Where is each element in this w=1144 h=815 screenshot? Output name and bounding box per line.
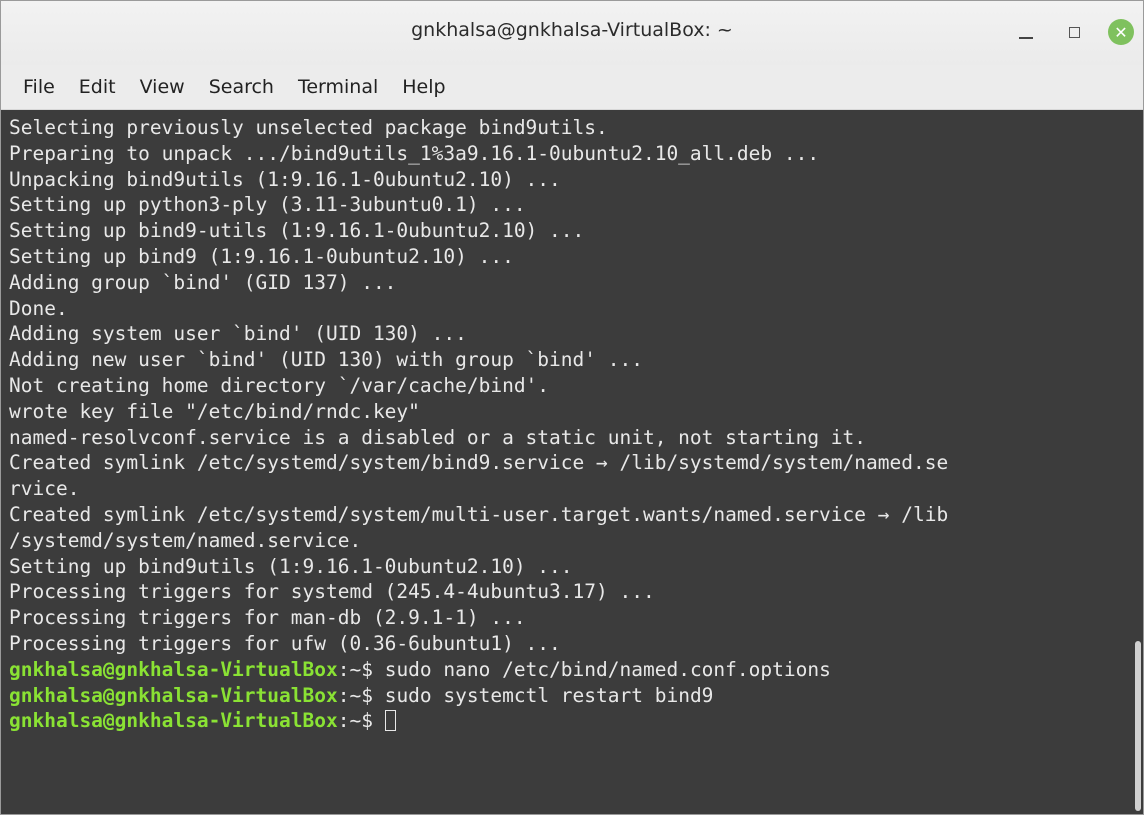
close-button[interactable]: ✕ bbox=[1106, 17, 1136, 47]
prompt-line: gnkhalsa@gnkhalsa-VirtualBox:~$ sudo sys… bbox=[9, 683, 1143, 709]
minimize-icon bbox=[1019, 37, 1033, 39]
output-line: Not creating home directory `/var/cache/… bbox=[9, 373, 550, 397]
output-line: Adding new user `bind' (UID 130) with gr… bbox=[9, 348, 643, 372]
minimize-button[interactable] bbox=[1011, 17, 1041, 47]
output-line: Created symlink /etc/systemd/system/bind… bbox=[9, 451, 949, 475]
output-line: Processing triggers for man-db (2.9.1-1)… bbox=[9, 606, 526, 630]
menu-edit[interactable]: Edit bbox=[67, 72, 128, 102]
output-line: Adding group `bind' (GID 137) ... bbox=[9, 270, 397, 294]
output-line: Selecting previously unselected package … bbox=[9, 116, 608, 139]
close-icon: ✕ bbox=[1108, 19, 1134, 45]
scrollbar[interactable] bbox=[1135, 641, 1141, 811]
prompt-line-active[interactable]: gnkhalsa@gnkhalsa-VirtualBox:~$ bbox=[9, 708, 1143, 734]
prompt-line: gnkhalsa@gnkhalsa-VirtualBox:~$ sudo nan… bbox=[9, 657, 1143, 683]
output-line: named-resolvconf.service is a disabled o… bbox=[9, 425, 867, 449]
prompt-path: :~$ bbox=[337, 709, 385, 733]
output-line: Setting up bind9 (1:9.16.1-0ubuntu2.10) … bbox=[9, 244, 514, 268]
cursor-block bbox=[384, 710, 396, 732]
output-line: Unpacking bind9utils (1:9.16.1-0ubuntu2.… bbox=[9, 167, 561, 191]
output-line: Preparing to unpack .../bind9utils_1%3a9… bbox=[9, 141, 820, 165]
terminal-output[interactable]: Selecting previously unselected package … bbox=[1, 110, 1143, 814]
output-line: Done. bbox=[9, 296, 68, 320]
menu-search[interactable]: Search bbox=[197, 72, 286, 102]
output-line: Processing triggers for ufw (0.36-6ubunt… bbox=[9, 631, 561, 655]
menu-help[interactable]: Help bbox=[390, 72, 457, 102]
output-line: /systemd/system/named.service. bbox=[9, 528, 362, 552]
prompt-path: :~$ bbox=[337, 683, 385, 707]
window-title: gnkhalsa@gnkhalsa-VirtualBox: ~ bbox=[411, 19, 733, 41]
output-line: Setting up python3-ply (3.11-3ubuntu0.1)… bbox=[9, 193, 526, 217]
maximize-icon bbox=[1068, 26, 1080, 38]
prompt-user: gnkhalsa@gnkhalsa-VirtualBox bbox=[9, 683, 338, 707]
prompt-user: gnkhalsa@gnkhalsa-VirtualBox bbox=[9, 709, 338, 733]
maximize-button[interactable] bbox=[1059, 17, 1089, 47]
output-line: wrote key file "/etc/bind/rndc.key" bbox=[9, 399, 420, 423]
output-line: Adding system user `bind' (UID 130) ... bbox=[9, 322, 467, 346]
menu-file[interactable]: File bbox=[11, 72, 67, 102]
output-line: Created symlink /etc/systemd/system/mult… bbox=[9, 502, 949, 526]
title-bar[interactable]: gnkhalsa@gnkhalsa-VirtualBox: ~ ✕ bbox=[1, 1, 1143, 65]
terminal-window: gnkhalsa@gnkhalsa-VirtualBox: ~ ✕ File E… bbox=[0, 0, 1144, 815]
command-text: sudo nano /etc/bind/named.conf.options bbox=[384, 657, 831, 681]
output-line: Setting up bind9utils (1:9.16.1-0ubuntu2… bbox=[9, 554, 573, 578]
menu-view[interactable]: View bbox=[128, 72, 197, 102]
output-line: Processing triggers for systemd (245.4-4… bbox=[9, 580, 655, 604]
command-text: sudo systemctl restart bind9 bbox=[384, 683, 714, 707]
menu-terminal[interactable]: Terminal bbox=[286, 72, 390, 102]
prompt-user: gnkhalsa@gnkhalsa-VirtualBox bbox=[9, 657, 338, 681]
output-line: rvice. bbox=[9, 477, 80, 501]
prompt-path: :~$ bbox=[337, 657, 385, 681]
menu-bar: File Edit View Search Terminal Help bbox=[1, 65, 1143, 110]
output-line: Setting up bind9-utils (1:9.16.1-0ubuntu… bbox=[9, 219, 585, 243]
